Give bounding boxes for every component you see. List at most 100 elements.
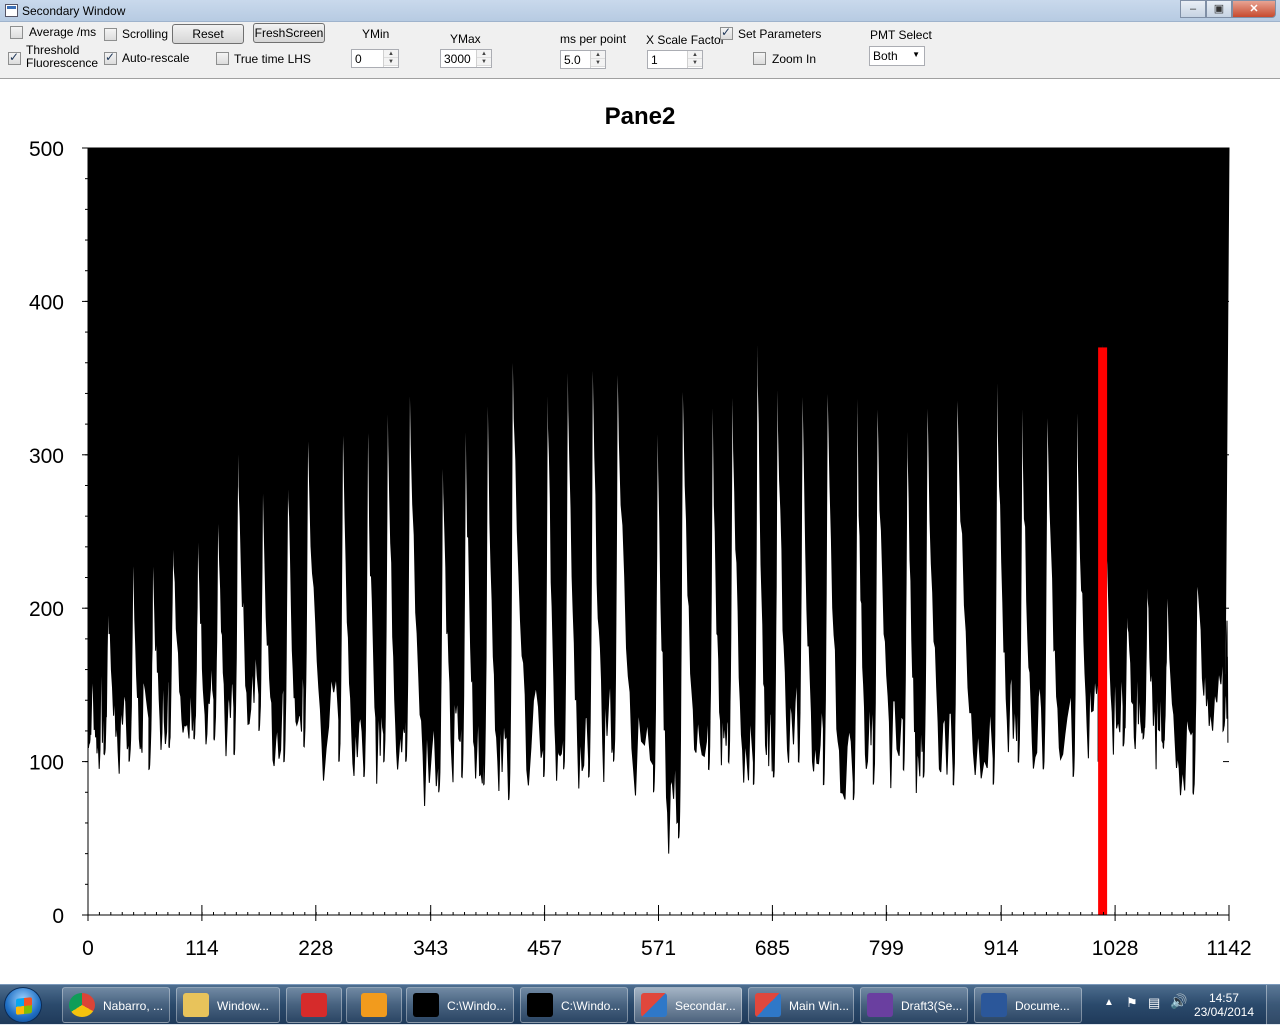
scrolling-label: Scrolling [122, 27, 169, 41]
bird-icon [301, 993, 327, 1017]
taskbar-item[interactable]: C:\Windo... [406, 987, 514, 1023]
chevron-down-icon: ▼ [912, 50, 920, 59]
taskbar-item[interactable]: Docume... [974, 987, 1082, 1023]
taskbar-item-label: Docume... [1015, 999, 1070, 1013]
x-scale-factor-spinner[interactable]: 1 ▲ ▼ [647, 50, 703, 69]
x-tick-label: 0 [82, 937, 94, 960]
y-tick-label: 300 [29, 445, 64, 468]
ms-per-point-label: ms per point [560, 32, 627, 46]
scrolling-checkbox[interactable] [104, 28, 117, 41]
volume-icon[interactable]: 🔊 [1170, 994, 1187, 1010]
ms-per-point-value: 5.0 [564, 53, 581, 67]
x-scale-factor-value: 1 [651, 53, 658, 67]
ymin-spin-arrows[interactable]: ▲ ▼ [383, 50, 398, 67]
y-tick-label: 500 [29, 138, 64, 161]
chrome-icon [69, 993, 95, 1017]
threshold-fluorescence-checkbox[interactable] [8, 50, 21, 65]
start-button[interactable] [4, 987, 42, 1023]
position-marker [1098, 347, 1108, 915]
app-icon [755, 993, 781, 1017]
close-button[interactable]: ✕ [1232, 0, 1276, 18]
taskbar-item-label: Main Win... [789, 999, 850, 1013]
clock[interactable]: 14:57 23/04/2014 [1194, 991, 1254, 1019]
y-tick-label: 0 [52, 905, 64, 928]
threshold-fluorescence-label: Threshold Fluorescence [26, 44, 98, 70]
ymax-spin-arrows[interactable]: ▲ ▼ [476, 50, 491, 67]
reset-button[interactable]: Reset [172, 24, 244, 44]
x-tick-label: 343 [413, 937, 448, 960]
minimize-button[interactable]: – [1180, 0, 1206, 18]
taskbar-item-label: C:\Windo... [561, 999, 621, 1013]
x-tick-label: 914 [984, 937, 1019, 960]
taskbar-item[interactable]: Draft3(Se... [860, 987, 968, 1023]
taskbar-item[interactable] [346, 987, 402, 1023]
average-label: Average /ms [29, 25, 97, 39]
taskbar-item[interactable]: Nabarro, ... [62, 987, 170, 1023]
zoom-in-checkbox[interactable] [753, 52, 766, 65]
windows-taskbar: Nabarro, ... Window... C:\Windo... C:\Windo… [0, 984, 1280, 1025]
x-scale-factor-label: X Scale Factor [646, 33, 725, 47]
show-desktop-button[interactable] [1266, 985, 1280, 1025]
pmt-select-label: PMT Select [870, 28, 932, 42]
x-tick-label: 571 [641, 937, 676, 960]
xscale-spin-arrows[interactable]: ▲ ▼ [687, 51, 702, 68]
pane2-chart: Pane2 0 100 200 300 400 500 0 114 228 343 457 571 68… [29, 103, 1252, 960]
set-parameters-checkbox[interactable] [720, 25, 733, 40]
x-tick-label: 1142 [1206, 937, 1251, 960]
title-bar[interactable]: Secondary Window – ▣ ✕ [0, 0, 1280, 22]
y-tick-label: 200 [29, 598, 64, 621]
x-tick-label: 1028 [1092, 937, 1139, 960]
plot-area [87, 147, 1230, 915]
taskbar-item-label: Secondar... [675, 999, 736, 1013]
ymin-label: YMin [362, 27, 390, 41]
pmt-select-dropdown[interactable]: Both ▼ [869, 46, 925, 66]
average-checkbox[interactable] [10, 26, 23, 39]
window-controls: – ▣ ✕ [1180, 0, 1276, 18]
true-time-lhs-label: True time LHS [234, 52, 311, 66]
auto-rescale-label: Auto-rescale [122, 51, 190, 65]
x-tick-label: 457 [527, 937, 562, 960]
true-time-lhs-checkbox[interactable] [216, 52, 229, 65]
network-icon[interactable]: ▤ [1148, 995, 1160, 1011]
window-title: Secondary Window [22, 4, 126, 18]
taskbar-item-label: Nabarro, ... [103, 999, 164, 1013]
taskbar-item-label: Window... [217, 999, 270, 1013]
action-center-flag-icon[interactable]: ⚑ [1126, 995, 1138, 1011]
set-parameters-label: Set Parameters [738, 27, 822, 41]
ms-spin-arrows[interactable]: ▲ ▼ [590, 51, 605, 68]
x-tick-label: 685 [755, 937, 790, 960]
cmd-icon [413, 993, 439, 1017]
y-tick-label: 400 [29, 291, 64, 314]
app-icon [641, 993, 667, 1017]
taskbar-item[interactable]: C:\Windo... [520, 987, 628, 1023]
taskbar-item-label: C:\Windo... [447, 999, 507, 1013]
taskbar-item[interactable]: Secondar... [634, 987, 742, 1023]
ymin-value: 0 [355, 52, 362, 66]
taskbar-item[interactable] [286, 987, 342, 1023]
taskbar-item[interactable]: Main Win... [748, 987, 854, 1023]
word-icon [981, 993, 1007, 1017]
x-tick-label: 799 [869, 937, 904, 960]
x-tick-label: 228 [298, 937, 333, 960]
maximize-button[interactable]: ▣ [1206, 0, 1232, 18]
threshold-label-line2: Fluorescence [26, 56, 99, 70]
y-tick-label: 100 [29, 752, 64, 775]
chart-pane[interactable]: Pane2 0 100 200 300 400 500 0 114 228 343 457 571 68… [0, 78, 1280, 984]
ymin-spinner[interactable]: 0 ▲ ▼ [351, 49, 399, 68]
zoom-in-label: Zoom In [772, 52, 817, 66]
folder-icon [183, 993, 209, 1017]
ymax-value: 3000 [444, 52, 471, 66]
pmt-select-value: Both [873, 49, 898, 63]
x-tick-label: 114 [185, 937, 219, 960]
taskbar-item[interactable]: Window... [176, 987, 280, 1023]
app-window-icon [5, 4, 18, 17]
taskbar-item-label: Draft3(Se... [901, 999, 963, 1013]
tray-expand-icon[interactable]: ▲ [1104, 997, 1114, 1008]
threshold-label-line1: Threshold [26, 43, 80, 57]
freshscreen-button[interactable]: FreshScreen [253, 23, 325, 43]
ms-per-point-spinner[interactable]: 5.0 ▲ ▼ [560, 50, 606, 69]
chart-title: Pane2 [605, 103, 676, 130]
ymax-spinner[interactable]: 3000 ▲ ▼ [440, 49, 492, 68]
clock-date: 23/04/2014 [1193, 1005, 1254, 1019]
auto-rescale-checkbox[interactable] [104, 50, 117, 65]
